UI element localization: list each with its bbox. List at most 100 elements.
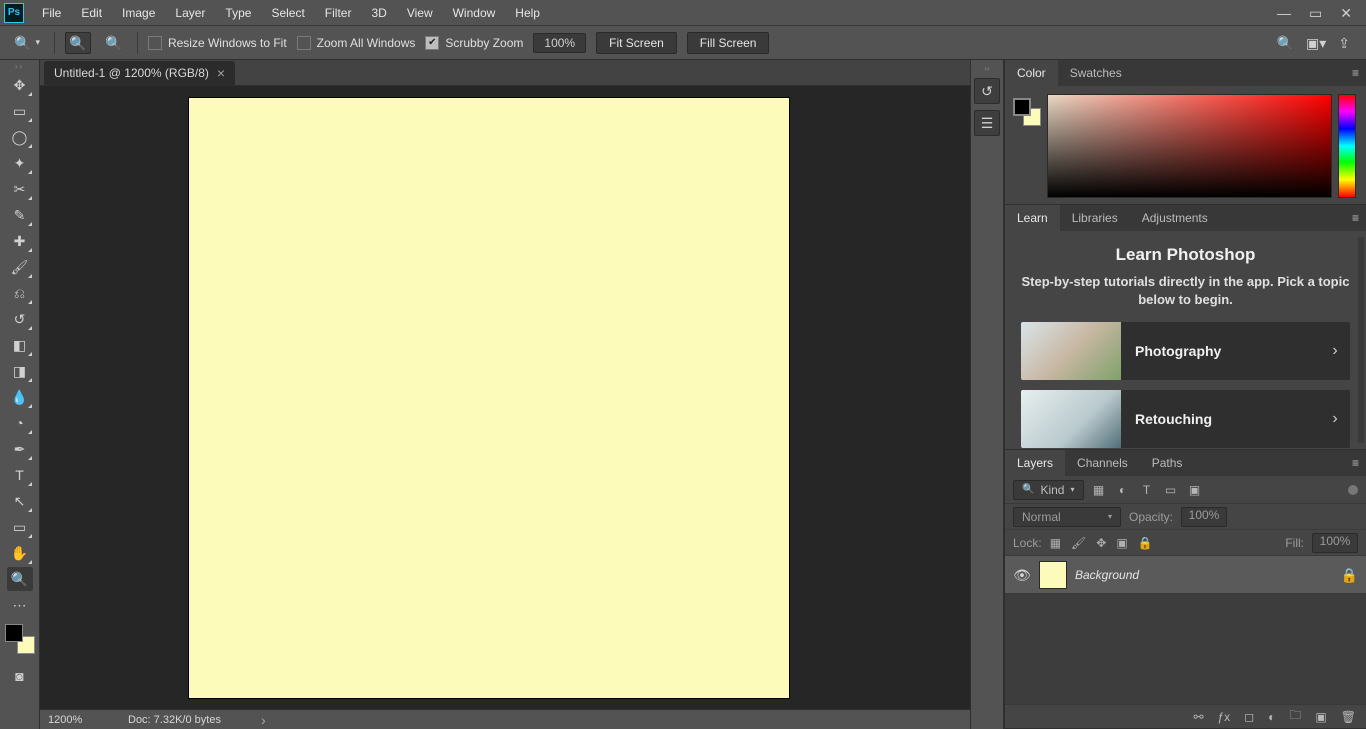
checkbox-icon[interactable] [297,36,311,50]
eraser-tool[interactable]: ◧ [7,333,33,357]
filter-type-icon[interactable]: T [1140,483,1154,497]
zoom-percent-field[interactable]: 100% [533,33,586,53]
filter-toggle-switch[interactable] [1348,485,1358,495]
maximize-button[interactable]: ▭ [1309,6,1322,20]
layer-thumbnail[interactable] [1039,561,1067,589]
minimize-button[interactable]: — [1277,6,1291,20]
fill-screen-button[interactable]: Fill Screen [687,32,770,54]
move-tool[interactable]: ✥ [7,73,33,97]
filter-smart-icon[interactable]: ▣ [1188,483,1202,497]
menu-edit[interactable]: Edit [71,0,112,26]
layer-name-label[interactable]: Background [1075,568,1333,582]
delete-layer-icon[interactable]: 🗑 [1341,710,1356,724]
history-brush-tool[interactable]: ↺ [7,307,33,331]
lock-pixels-icon[interactable]: ▦ [1050,536,1061,550]
menu-3d[interactable]: 3D [361,0,396,26]
visibility-toggle-icon[interactable]: 👁 [1013,568,1031,582]
menu-select[interactable]: Select [261,0,314,26]
close-button[interactable]: ✕ [1340,6,1352,20]
quick-select-tool[interactable]: ✦ [7,151,33,175]
canvas[interactable] [189,98,789,698]
properties-panel-collapsed[interactable]: ☰ [974,110,1000,136]
menu-filter[interactable]: Filter [315,0,362,26]
expand-panels-grip[interactable]: ‹‹ [984,64,989,72]
zoom-tool[interactable]: 🔍 [7,567,33,591]
lock-artboard-icon[interactable]: ▣ [1116,536,1127,550]
search-icon[interactable]: 🔍 [1277,36,1294,50]
menu-help[interactable]: Help [505,0,550,26]
shape-tool[interactable]: ▭ [7,515,33,539]
lock-brush-icon[interactable]: 🖌 [1071,536,1086,550]
tab-channels[interactable]: Channels [1065,450,1140,476]
dodge-tool[interactable]: ◔ [7,411,33,435]
hue-slider[interactable] [1338,94,1356,198]
tab-libraries[interactable]: Libraries [1060,205,1130,231]
new-layer-icon[interactable]: ▣ [1315,710,1326,724]
layer-style-icon[interactable]: ƒx [1218,710,1231,724]
resize-windows-option[interactable]: Resize Windows to Fit [148,36,287,50]
panel-grip[interactable]: ›› [0,62,39,72]
color-fg-bg-swatches[interactable] [1013,98,1041,126]
tab-layers[interactable]: Layers [1005,450,1065,476]
path-select-tool[interactable]: ↖ [7,489,33,513]
tab-color[interactable]: Color [1005,60,1058,86]
filter-adjust-icon[interactable]: ◐ [1116,483,1130,497]
zoom-out-button[interactable]: 🔍 [101,32,127,54]
panel-menu-icon[interactable]: ≡ [1352,211,1360,225]
document-tab[interactable]: Untitled-1 @ 1200% (RGB/8) × [44,61,235,85]
tab-paths[interactable]: Paths [1140,450,1195,476]
menu-layer[interactable]: Layer [165,0,215,26]
checkbox-checked-icon[interactable] [425,36,439,50]
menu-file[interactable]: File [32,0,71,26]
marquee-tool[interactable]: ▭ [7,99,33,123]
layer-group-icon[interactable]: 🗀 [1289,706,1301,727]
type-tool[interactable]: T [7,463,33,487]
filter-pixel-icon[interactable]: ▦ [1092,483,1106,497]
foreground-background-swatches[interactable] [5,624,35,654]
link-layers-icon[interactable]: ⚯ [1193,710,1203,724]
foreground-color-swatch[interactable] [5,624,23,642]
lock-position-icon[interactable]: ✥ [1096,536,1106,550]
filter-shape-icon[interactable]: ▭ [1164,483,1178,497]
status-zoom[interactable]: 1200% [48,714,108,726]
layer-mask-icon[interactable]: ◻ [1244,710,1254,724]
opacity-field[interactable]: 100% [1181,507,1227,527]
brush-tool[interactable]: 🖌 [7,255,33,279]
edit-toolbar-button[interactable]: ⋯ [7,593,33,617]
zoom-all-option[interactable]: Zoom All Windows [297,36,416,50]
share-icon[interactable]: ⇪ [1338,36,1350,50]
status-menu-icon[interactable]: › [261,713,266,727]
checkbox-icon[interactable] [148,36,162,50]
tab-adjustments[interactable]: Adjustments [1130,205,1220,231]
fit-screen-button[interactable]: Fit Screen [596,32,677,54]
pen-tool[interactable]: ✒ [7,437,33,461]
hand-tool[interactable]: ✋ [7,541,33,565]
history-panel-collapsed[interactable]: ↺ [974,78,1000,104]
fill-field[interactable]: 100% [1312,533,1358,553]
current-tool-indicator[interactable]: 🔍 ▾ [10,34,44,52]
panel-menu-icon[interactable]: ≡ [1352,456,1360,470]
clone-stamp-tool[interactable]: ⎌ [7,281,33,305]
crop-tool[interactable]: ✂ [7,177,33,201]
layers-filter-kind-dropdown[interactable]: 🔍 Kind ▾ [1013,480,1084,500]
menu-type[interactable]: Type [215,0,261,26]
layer-row-background[interactable]: 👁 Background 🔒 [1005,556,1366,594]
healing-tool[interactable]: ✚ [7,229,33,253]
zoom-in-button[interactable]: 🔍 [65,32,91,54]
menu-view[interactable]: View [397,0,443,26]
close-tab-icon[interactable]: × [217,66,225,80]
scrubby-zoom-option[interactable]: Scrubby Zoom [425,36,523,50]
blur-tool[interactable]: 💧 [7,385,33,409]
gradient-tool[interactable]: ◨ [7,359,33,383]
workspace-switcher-icon[interactable]: ▣▾ [1306,36,1326,50]
tab-swatches[interactable]: Swatches [1058,60,1134,86]
tab-learn[interactable]: Learn [1005,205,1060,231]
scrollbar[interactable] [1358,237,1364,443]
status-docsize[interactable]: Doc: 7.32K/0 bytes [128,714,221,726]
blend-mode-dropdown[interactable]: Normal ▾ [1013,507,1121,527]
adjustment-layer-icon[interactable]: ◐ [1268,710,1275,724]
menu-image[interactable]: Image [112,0,165,26]
learn-card-retouching[interactable]: Retouching › [1021,390,1350,448]
eyedropper-tool[interactable]: ✎ [7,203,33,227]
foreground-color-chip[interactable] [1013,98,1031,116]
